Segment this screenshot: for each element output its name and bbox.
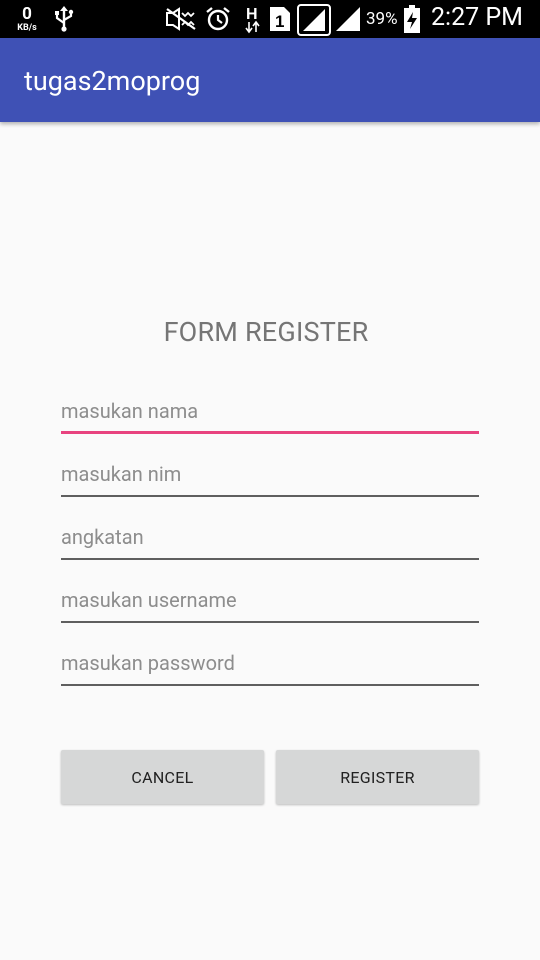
app-title: tugas2moprog <box>24 65 201 97</box>
username-input[interactable] <box>61 579 479 623</box>
usb-icon <box>52 6 76 32</box>
battery-charging-icon <box>404 5 420 33</box>
clock: 2:27 PM <box>431 3 524 32</box>
alarm-icon <box>205 6 231 32</box>
status-bar: 0 KB/s H 1 39% 2:27 PM <box>0 0 540 38</box>
sim-icon: 1 <box>269 6 291 32</box>
battery-percent: 39% <box>366 9 398 29</box>
network-speed-unit: KB/s <box>17 22 37 33</box>
network-speed-value: 0 <box>22 3 32 24</box>
nim-input[interactable] <box>61 453 479 497</box>
signal-icon <box>335 6 361 32</box>
name-field-container <box>61 390 479 434</box>
sim-label: 1 <box>275 12 284 31</box>
angkatan-field-container <box>61 516 479 560</box>
mute-icon <box>165 7 197 31</box>
angkatan-input[interactable] <box>61 516 479 560</box>
register-button[interactable]: REGISTER <box>276 750 479 804</box>
cancel-button[interactable]: CANCEL <box>61 750 264 804</box>
signal-icon <box>297 4 331 36</box>
network-type-icon: H <box>243 4 263 34</box>
app-bar: tugas2moprog <box>0 38 540 122</box>
network-speed: 0 KB/s <box>10 4 44 34</box>
password-input[interactable] <box>61 642 479 686</box>
nim-field-container <box>61 453 479 497</box>
password-field-container <box>61 642 479 686</box>
network-type-label: H <box>246 6 258 23</box>
form-title: FORM REGISTER <box>163 316 369 348</box>
name-input[interactable] <box>61 390 479 434</box>
username-field-container <box>61 579 479 623</box>
